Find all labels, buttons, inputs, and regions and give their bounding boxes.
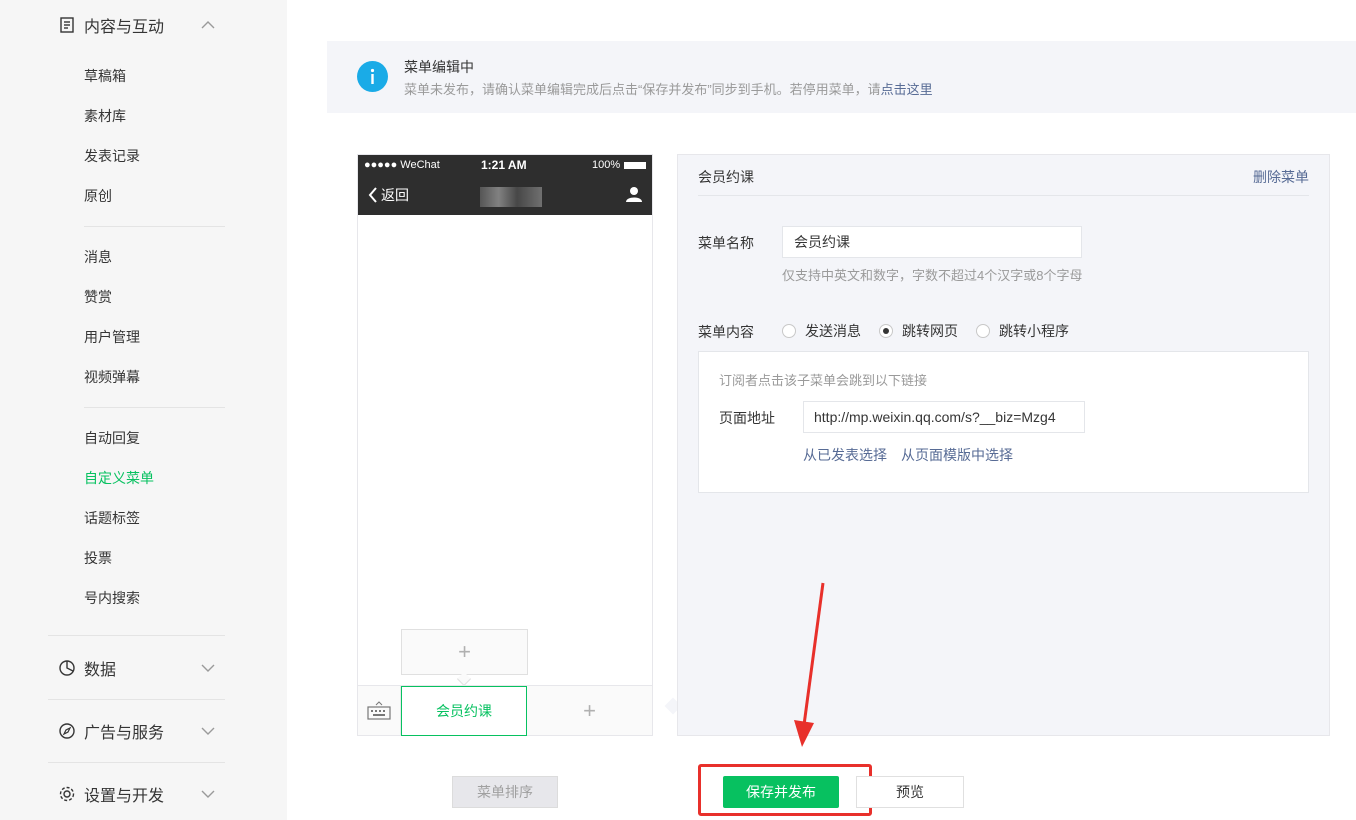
sidebar-item-votes[interactable]: 投票 [84, 548, 112, 568]
add-submenu-button[interactable]: + [401, 629, 528, 675]
user-icon [626, 187, 642, 202]
chevron-left-icon [368, 187, 377, 203]
clock-label: 1:21 AM [481, 158, 527, 172]
menu-item-active[interactable]: 会员约课 [401, 686, 527, 736]
select-from-template-link[interactable]: 从页面模版中选择 [901, 445, 1013, 465]
editor-title: 会员约课 [698, 169, 754, 185]
sidebar-item-drafts[interactable]: 草稿箱 [84, 66, 126, 86]
link-settings-box: 订阅者点击该子菜单会跳到以下链接 页面地址 http://mp.weixin.q… [698, 351, 1309, 493]
chevron-up-icon [201, 21, 215, 29]
notice-description: 菜单未发布，请确认菜单编辑完成后点击“保存并发布”同步到手机。若停用菜单，请点击… [404, 79, 933, 98]
notice-title: 菜单编辑中 [404, 59, 474, 75]
option-send-message[interactable]: 发送消息 [782, 321, 861, 341]
sidebar-item-user-management[interactable]: 用户管理 [84, 327, 140, 347]
disable-menu-link[interactable]: 点击这里 [881, 82, 933, 97]
save-and-publish-button[interactable]: 保存并发布 [723, 776, 839, 808]
menu-name-input[interactable] [782, 226, 1082, 258]
nav-group-settings[interactable]: 设置与开发 [48, 779, 225, 809]
nav-group-content[interactable]: 内容与互动 [48, 10, 225, 40]
notice-text: 菜单未发布，请确认菜单编辑完成后点击“保存并发布”同步到手机。若停用菜单，请 [404, 82, 881, 97]
nav-group-label: 内容与互动 [84, 19, 165, 36]
carrier-label: ●●●●● WeChat [364, 159, 440, 171]
chevron-down-icon [201, 790, 215, 798]
phone-header: ●●●●● WeChat 1:21 AM 100% 返回 [358, 155, 652, 215]
phone-menu-bar: 会员约课 + [358, 685, 652, 736]
sidebar: 内容与互动 草稿箱 素材库 发表记录 原创 消息 赞赏 用户管理 视频弹幕 自动… [0, 0, 287, 820]
battery-icon [624, 162, 646, 169]
menu-sort-button[interactable]: 菜单排序 [452, 776, 558, 808]
sidebar-item-search[interactable]: 号内搜索 [84, 588, 140, 608]
compass-icon [59, 723, 75, 739]
option-label: 跳转小程序 [999, 323, 1069, 339]
sidebar-item-video-danmaku[interactable]: 视频弹幕 [84, 367, 140, 387]
sidebar-item-custom-menu[interactable]: 自定义菜单 [84, 468, 154, 488]
option-label: 发送消息 [805, 323, 861, 339]
editing-notice: 菜单编辑中 菜单未发布，请确认菜单编辑完成后点击“保存并发布”同步到手机。若停用… [327, 41, 1356, 113]
sidebar-item-materials[interactable]: 素材库 [84, 106, 126, 126]
sidebar-item-rewards[interactable]: 赞赏 [84, 287, 112, 307]
nav-group-ads[interactable]: 广告与服务 [48, 716, 225, 746]
radio-button[interactable] [782, 324, 796, 338]
back-button: 返回 [368, 185, 409, 205]
document-icon [60, 17, 74, 33]
option-jump-miniprogram[interactable]: 跳转小程序 [976, 321, 1069, 341]
info-icon [357, 61, 388, 92]
pie-chart-icon [59, 660, 75, 676]
preview-button[interactable]: 预览 [856, 776, 964, 808]
sidebar-item-publish-history[interactable]: 发表记录 [84, 146, 140, 166]
divider [84, 226, 225, 227]
gear-icon [59, 786, 75, 802]
menu-content-options: 发送消息 跳转网页 跳转小程序 [782, 321, 1087, 341]
divider [48, 635, 225, 636]
divider [84, 407, 225, 408]
battery-label: 100% [592, 159, 621, 171]
nav-group-label: 设置与开发 [84, 788, 165, 805]
account-name-blurred [480, 187, 542, 207]
radio-button[interactable] [976, 324, 990, 338]
option-label: 跳转网页 [902, 323, 958, 339]
page-url-label: 页面地址 [719, 410, 775, 426]
phone-preview: ●●●●● WeChat 1:21 AM 100% 返回 + 会员约课 + [357, 154, 653, 736]
nav-group-data[interactable]: 数据 [48, 653, 225, 683]
back-label: 返回 [381, 187, 409, 203]
chevron-down-icon [201, 664, 215, 672]
link-description: 订阅者点击该子菜单会跳到以下链接 [719, 373, 928, 388]
page-url-value: http://mp.weixin.qq.com/s?__biz=Mzg4 [814, 409, 1056, 425]
select-from-published-link[interactable]: 从已发表选择 [803, 445, 887, 465]
chevron-down-icon [201, 727, 215, 735]
menu-content-label: 菜单内容 [698, 324, 754, 340]
menu-name-tip: 仅支持中英文和数字，字数不超过4个汉字或8个字母 [782, 268, 1083, 283]
menu-name-label: 菜单名称 [698, 235, 754, 251]
add-menu-button[interactable]: + [527, 686, 652, 736]
link-source-options: 从已发表选择 从页面模版中选择 [803, 445, 1027, 465]
sidebar-item-topic-tags[interactable]: 话题标签 [84, 508, 140, 528]
divider [48, 762, 225, 763]
page-url-input[interactable]: http://mp.weixin.qq.com/s?__biz=Mzg4 [803, 401, 1085, 433]
annotation-arrow [794, 582, 825, 747]
menu-editor-panel: 会员约课 删除菜单 菜单名称 仅支持中英文和数字，字数不超过4个汉字或8个字母 … [677, 154, 1330, 736]
sidebar-item-messages[interactable]: 消息 [84, 247, 112, 267]
radio-button-checked[interactable] [879, 324, 893, 338]
divider [698, 195, 1309, 196]
sidebar-item-original[interactable]: 原创 [84, 186, 112, 206]
sidebar-item-auto-reply[interactable]: 自动回复 [84, 428, 140, 448]
divider [48, 699, 225, 700]
nav-group-label: 广告与服务 [84, 725, 165, 742]
delete-menu-link[interactable]: 删除菜单 [1253, 167, 1309, 187]
option-jump-webpage[interactable]: 跳转网页 [879, 321, 958, 341]
keyboard-icon[interactable] [358, 686, 401, 736]
nav-group-label: 数据 [84, 662, 117, 679]
